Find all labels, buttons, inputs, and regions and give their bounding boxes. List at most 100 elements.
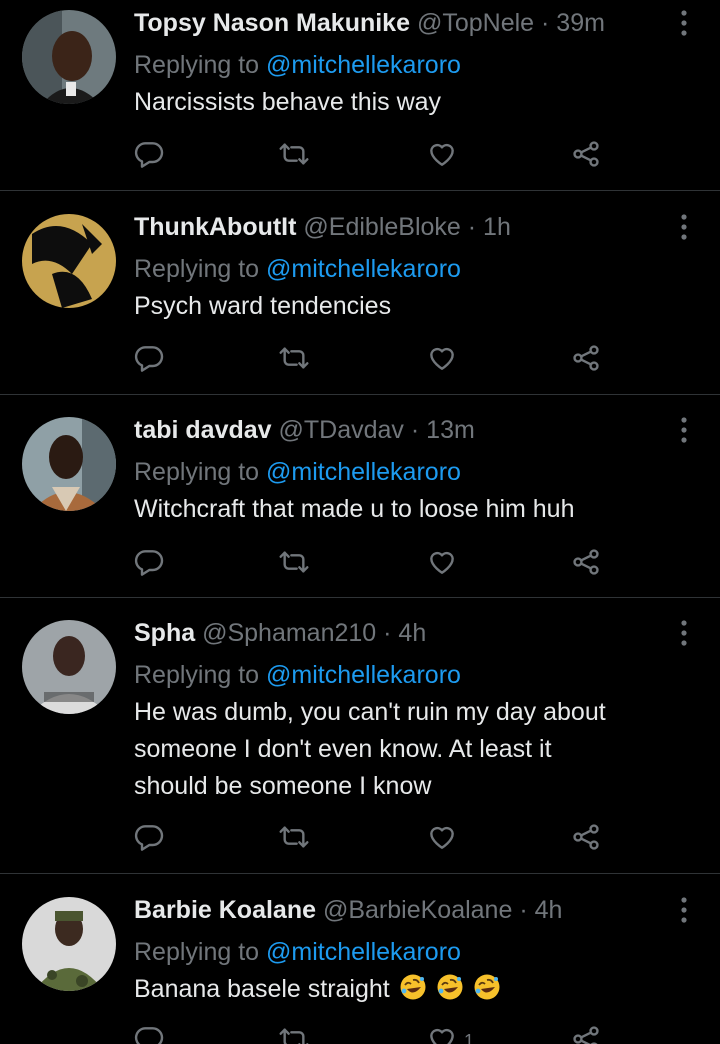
mention-link[interactable]: @mitchellekaroro xyxy=(266,51,461,79)
retweet-button[interactable] xyxy=(278,136,310,176)
share-button[interactable] xyxy=(570,544,602,584)
author-handle[interactable]: @TopNele xyxy=(417,9,534,37)
tweet-content: Barbie Koalane @BarbieKoalane · 4h Reply… xyxy=(134,887,660,1008)
heart-icon xyxy=(426,342,458,379)
author-handle[interactable]: @EdibleBloke xyxy=(303,213,460,241)
tweet-actions xyxy=(134,340,614,380)
share-icon xyxy=(570,821,602,858)
like-button[interactable]: 1 xyxy=(426,1021,474,1044)
avatar[interactable] xyxy=(22,214,116,308)
tweet-content: Spha @Sphaman210 · 4h Replying to @mitch… xyxy=(134,610,660,805)
tweet-content: tabi davdav @TDavdav · 13m Replying to @… xyxy=(134,407,660,528)
mention-link[interactable]: @mitchellekaroro xyxy=(266,255,461,283)
tweet[interactable]: ThunkAboutIt @EdibleBloke · 1h Replying … xyxy=(0,204,720,394)
like-button[interactable] xyxy=(426,340,464,380)
tweet-text-line: Narcissists behave this way xyxy=(134,88,442,116)
tweet-actions: 1 xyxy=(134,1021,614,1044)
tweet-time: · 4h xyxy=(383,619,427,647)
retweet-button[interactable] xyxy=(278,1021,310,1044)
tweet-actions xyxy=(134,819,614,859)
tweet-time: · 1h xyxy=(467,213,511,241)
tweet-header: Barbie Koalane @BarbieKoalane · 4h xyxy=(134,887,660,933)
more-vertical-icon[interactable] xyxy=(674,618,694,648)
author-name[interactable]: Topsy Nason Makunike xyxy=(134,9,410,37)
emoji-group xyxy=(397,974,501,1003)
reply-button[interactable] xyxy=(134,1021,166,1044)
replying-to-label: Replying to xyxy=(134,661,267,689)
tweet[interactable]: Barbie Koalane @BarbieKoalane · 4h Reply… xyxy=(0,887,720,1044)
tweet-text-line: Psych ward tendencies xyxy=(134,292,392,320)
reply-button[interactable] xyxy=(134,819,166,859)
reply-icon xyxy=(134,1023,166,1044)
avatar[interactable] xyxy=(22,10,116,104)
retweet-icon xyxy=(278,821,310,858)
retweet-icon xyxy=(278,1023,310,1044)
replying-to: Replying to @mitchellekaroro xyxy=(134,250,660,288)
more-vertical-icon[interactable] xyxy=(674,415,694,445)
retweet-button[interactable] xyxy=(278,544,310,584)
reply-button[interactable] xyxy=(134,136,166,176)
tweet[interactable]: tabi davdav @TDavdav · 13m Replying to @… xyxy=(0,407,720,597)
mention-link[interactable]: @mitchellekaroro xyxy=(266,458,461,486)
retweet-icon xyxy=(278,342,310,379)
tweet[interactable]: Spha @Sphaman210 · 4h Replying to @mitch… xyxy=(0,610,720,872)
author-name[interactable]: tabi davdav xyxy=(134,416,272,444)
share-button[interactable] xyxy=(570,136,602,176)
author-name[interactable]: Spha xyxy=(134,619,195,647)
author-name[interactable]: ThunkAboutIt xyxy=(134,213,296,241)
tweet[interactable]: Topsy Nason Makunike @TopNele · 39m Repl… xyxy=(0,0,720,190)
tweet-text: Witchcraft that made u to loose him huh xyxy=(134,491,660,528)
retweet-button[interactable] xyxy=(278,340,310,380)
mention-link[interactable]: @mitchellekaroro xyxy=(266,661,461,689)
replying-to: Replying to @mitchellekaroro xyxy=(134,46,660,84)
tweet-content: Topsy Nason Makunike @TopNele · 39m Repl… xyxy=(134,0,660,121)
divider xyxy=(0,394,720,395)
replying-to-label: Replying to xyxy=(134,458,267,486)
rolling-laughing-emoji-icon xyxy=(474,974,500,1000)
reply-icon xyxy=(134,342,166,379)
tweet-actions xyxy=(134,136,614,176)
author-handle[interactable]: @TDavdav xyxy=(279,416,404,444)
tweet-text-line: Banana basele straight xyxy=(134,975,390,1003)
avatar[interactable] xyxy=(22,620,116,714)
divider xyxy=(0,873,720,874)
rolling-laughing-emoji-icon xyxy=(437,974,463,1000)
share-button[interactable] xyxy=(570,340,602,380)
reply-icon xyxy=(134,821,166,858)
like-button[interactable] xyxy=(426,544,464,584)
author-handle[interactable]: @BarbieKoalane xyxy=(323,896,512,924)
reply-button[interactable] xyxy=(134,340,166,380)
tweet-text: Banana basele straight xyxy=(134,971,660,1008)
heart-icon xyxy=(426,138,458,175)
replying-to: Replying to @mitchellekaroro xyxy=(134,453,660,491)
like-count: 1 xyxy=(464,1030,475,1044)
more-vertical-icon[interactable] xyxy=(674,8,694,38)
avatar[interactable] xyxy=(22,417,116,511)
rolling-laughing-emoji-icon xyxy=(400,974,426,1000)
replying-to: Replying to @mitchellekaroro xyxy=(134,933,660,971)
tweet-text: Narcissists behave this way xyxy=(134,84,660,121)
share-button[interactable] xyxy=(570,1021,602,1044)
tweet-header: Spha @Sphaman210 · 4h xyxy=(134,610,660,656)
share-icon xyxy=(570,1023,602,1044)
share-icon xyxy=(570,342,602,379)
like-button[interactable] xyxy=(426,819,464,859)
tweet-time: · 4h xyxy=(519,896,563,924)
tweet-text-line: someone I don't even know. At least it xyxy=(134,735,552,763)
heart-icon xyxy=(426,546,458,583)
more-vertical-icon[interactable] xyxy=(674,212,694,242)
more-vertical-icon[interactable] xyxy=(674,895,694,925)
avatar[interactable] xyxy=(22,897,116,991)
replying-to-label: Replying to xyxy=(134,51,267,79)
retweet-button[interactable] xyxy=(278,819,310,859)
reply-button[interactable] xyxy=(134,544,166,584)
retweet-icon xyxy=(278,546,310,583)
author-handle[interactable]: @Sphaman210 xyxy=(202,619,376,647)
divider xyxy=(0,190,720,191)
mention-link[interactable]: @mitchellekaroro xyxy=(266,938,461,966)
replying-to-label: Replying to xyxy=(134,938,267,966)
author-name[interactable]: Barbie Koalane xyxy=(134,896,316,924)
like-button[interactable] xyxy=(426,136,464,176)
reply-feed: Topsy Nason Makunike @TopNele · 39m Repl… xyxy=(0,0,720,1044)
share-button[interactable] xyxy=(570,819,602,859)
